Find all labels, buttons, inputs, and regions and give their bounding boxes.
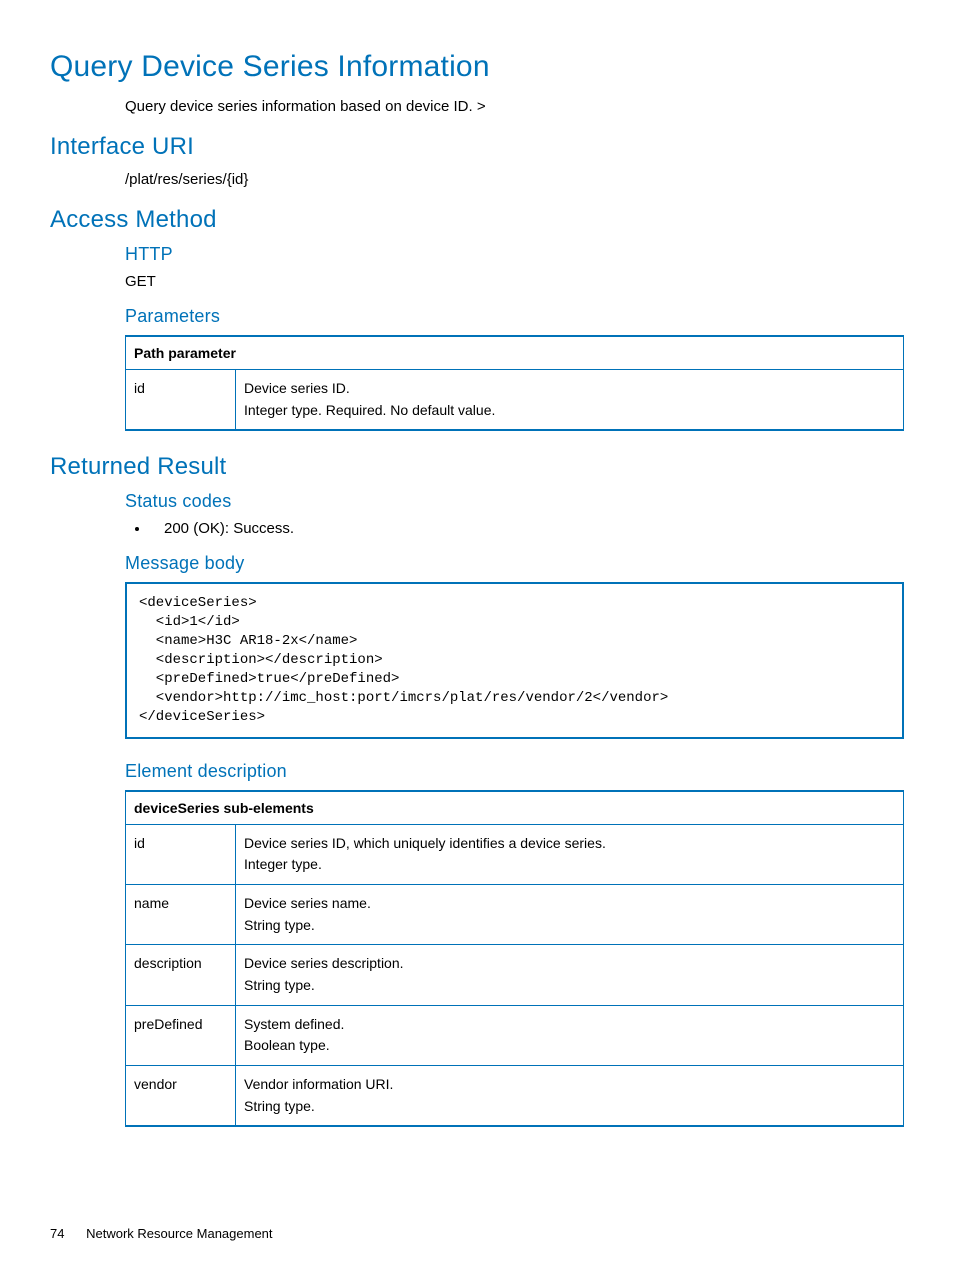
table-cell-desc: Device series ID. Integer type. Required… (236, 370, 904, 431)
parameters-label: Parameters (125, 306, 904, 327)
list-item: 200 (OK): Success. (150, 520, 904, 537)
footer-section: Network Resource Management (86, 1226, 272, 1241)
returned-result-heading: Returned Result (50, 453, 904, 481)
status-codes-label: Status codes (125, 491, 904, 512)
status-codes-list: 200 (OK): Success. (150, 520, 904, 537)
element-table: deviceSeries sub-elements idDevice serie… (125, 790, 904, 1128)
table-cell-desc: Device series description. String type. (236, 945, 904, 1005)
message-body-code: <deviceSeries> <id>1</id> <name>H3C AR18… (125, 582, 904, 738)
access-method-heading: Access Method (50, 206, 904, 234)
table-row: descriptionDevice series description. St… (126, 945, 904, 1005)
interface-uri-heading: Interface URI (50, 133, 904, 161)
parameters-table-body: idDevice series ID. Integer type. Requir… (126, 370, 904, 431)
element-table-header: deviceSeries sub-elements (126, 791, 904, 825)
parameters-table-header: Path parameter (126, 336, 904, 370)
table-row: preDefinedSystem defined. Boolean type. (126, 1005, 904, 1065)
table-cell-name: id (126, 824, 236, 884)
table-row: idDevice series ID, which uniquely ident… (126, 824, 904, 884)
message-body-label: Message body (125, 553, 904, 574)
page-title: Query Device Series Information (50, 50, 904, 84)
table-row: vendorVendor information URI. String typ… (126, 1066, 904, 1127)
http-method: GET (125, 273, 904, 290)
table-cell-name: preDefined (126, 1005, 236, 1065)
table-cell-desc: Device series name. String type. (236, 884, 904, 944)
http-label: HTTP (125, 244, 904, 265)
interface-uri-value: /plat/res/series/{id} (125, 171, 904, 188)
table-cell-name: vendor (126, 1066, 236, 1127)
table-cell-name: id (126, 370, 236, 431)
element-description-label: Element description (125, 761, 904, 782)
element-table-body: idDevice series ID, which uniquely ident… (126, 824, 904, 1126)
page-footer: 74 Network Resource Management (50, 1226, 273, 1241)
page-number: 74 (50, 1226, 64, 1241)
table-cell-name: description (126, 945, 236, 1005)
table-row: nameDevice series name. String type. (126, 884, 904, 944)
table-cell-desc: Vendor information URI. String type. (236, 1066, 904, 1127)
table-cell-desc: System defined. Boolean type. (236, 1005, 904, 1065)
table-cell-desc: Device series ID, which uniquely identif… (236, 824, 904, 884)
intro-text: Query device series information based on… (125, 98, 904, 115)
parameters-table: Path parameter idDevice series ID. Integ… (125, 335, 904, 431)
table-row: idDevice series ID. Integer type. Requir… (126, 370, 904, 431)
table-cell-name: name (126, 884, 236, 944)
